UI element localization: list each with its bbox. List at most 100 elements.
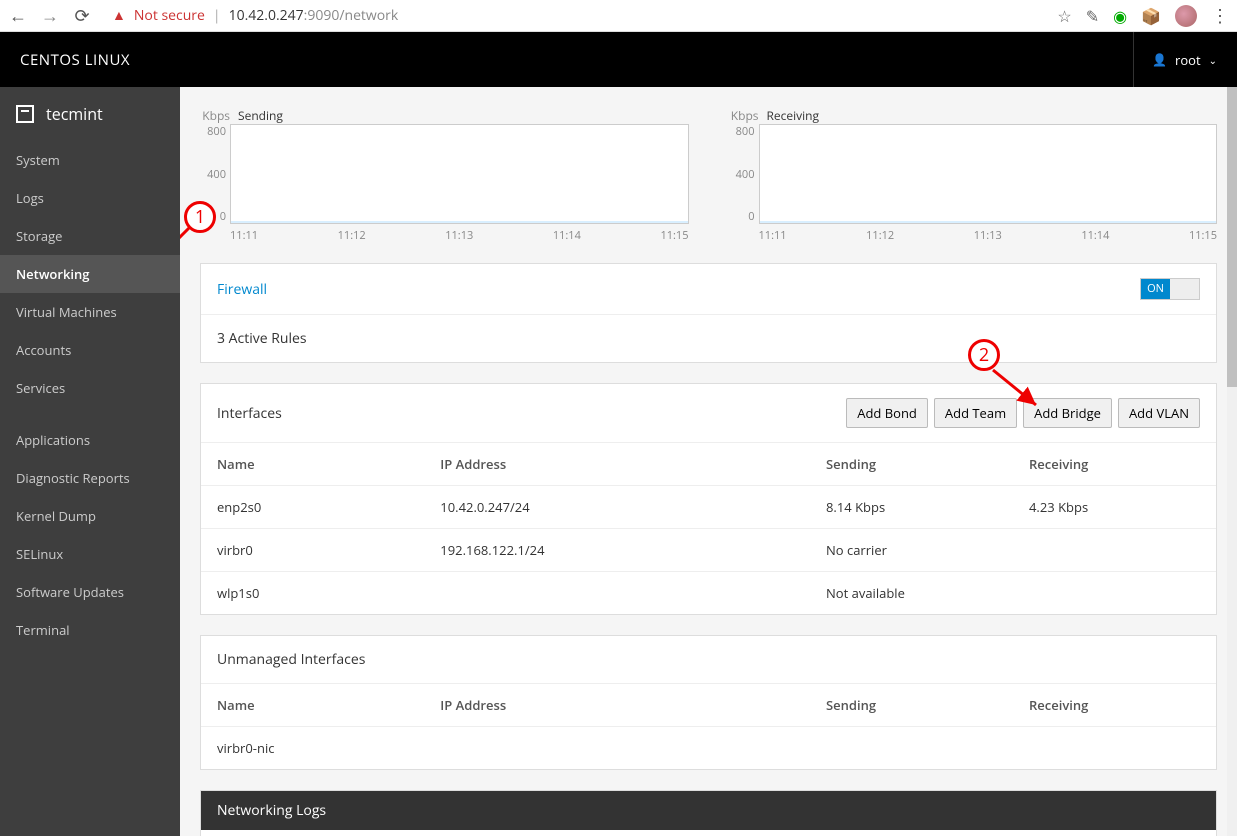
unmanaged-panel: Unmanaged Interfaces NameIP AddressSendi…: [200, 635, 1217, 770]
chart-title: Sending: [238, 107, 283, 124]
browser-toolbar: ← → ⟳ ▲ Not secure | 10.42.0.247:9090/ne…: [0, 0, 1237, 32]
sidebar-item-applications[interactable]: Applications: [0, 421, 180, 459]
charts-row: Kbps Sending 800 400 0 11:11 11:12 11:13 11:1…: [200, 107, 1217, 243]
chart-unit: Kbps: [200, 107, 230, 124]
chart-plot[interactable]: [759, 124, 1218, 224]
scrollbar[interactable]: [1227, 87, 1237, 836]
interfaces-title: Interfaces: [217, 404, 282, 423]
user-name: root: [1175, 51, 1201, 69]
reload-button[interactable]: ⟳: [72, 4, 92, 28]
cell-ip: [424, 572, 810, 615]
sidebar-item-logs[interactable]: Logs: [0, 179, 180, 217]
x-tick: 11:14: [1081, 228, 1109, 243]
column-header: IP Address: [424, 684, 810, 727]
column-header: Sending: [810, 684, 1013, 727]
column-header: Receiving: [1013, 443, 1216, 486]
host-name: tecmint: [46, 103, 103, 125]
table-row[interactable]: virbr0-nic: [201, 727, 1216, 770]
add-vlan-button[interactable]: Add VLAN: [1118, 398, 1200, 428]
sidebar-item-services[interactable]: Services: [0, 369, 180, 407]
cell-ip: [424, 727, 810, 770]
interface-buttons: Add BondAdd TeamAdd BridgeAdd VLAN: [846, 398, 1200, 428]
x-tick: 11:13: [974, 228, 1002, 243]
cell-ip: 10.42.0.247/24: [424, 486, 810, 529]
sending-chart: Kbps Sending 8004000 11:1111:1211:1311:1…: [200, 107, 689, 243]
toggle-on-label: ON: [1141, 279, 1170, 299]
y-tick: 0: [200, 209, 226, 224]
add-bond-button[interactable]: Add Bond: [846, 398, 928, 428]
cell-sending: No carrier: [810, 529, 1013, 572]
not-secure-label: Not secure: [134, 6, 205, 25]
add-team-button[interactable]: Add Team: [934, 398, 1017, 428]
logs-title: Networking Logs: [201, 791, 1216, 830]
x-tick: 11:12: [866, 228, 894, 243]
firewall-toggle[interactable]: ON: [1140, 278, 1200, 300]
add-bridge-button[interactable]: Add Bridge: [1023, 398, 1112, 428]
profile-avatar[interactable]: [1175, 5, 1197, 27]
sidebar-item-kernel-dump[interactable]: Kernel Dump: [0, 497, 180, 535]
cell-name: virbr0: [201, 529, 424, 572]
sidebar-item-networking[interactable]: Networking: [0, 255, 180, 293]
cell-ip: 192.168.122.1/24: [424, 529, 810, 572]
star-icon[interactable]: ☆: [1057, 5, 1071, 27]
cell-receiving: [1013, 529, 1216, 572]
table-row[interactable]: enp2s010.42.0.247/248.14 Kbps4.23 Kbps: [201, 486, 1216, 529]
back-button[interactable]: ←: [8, 4, 28, 28]
y-tick: 800: [200, 124, 226, 139]
column-header: Sending: [810, 443, 1013, 486]
sidebar-item-virtual-machines[interactable]: Virtual Machines: [0, 293, 180, 331]
column-header: Receiving: [1013, 684, 1216, 727]
sidebar-item-storage[interactable]: Storage: [0, 217, 180, 255]
app-header: CENTOS LINUX 👤 root ⌄: [0, 32, 1237, 87]
extension-icon[interactable]: ✎: [1086, 5, 1099, 27]
table-row[interactable]: virbr0192.168.122.1/24No carrier: [201, 529, 1216, 572]
host-selector[interactable]: tecmint: [0, 87, 180, 141]
x-tick: 11:15: [1189, 228, 1217, 243]
firewall-rules-text: 3 Active Rules: [201, 315, 1216, 362]
x-tick: 11:11: [230, 228, 258, 243]
y-tick: 400: [200, 167, 226, 182]
chevron-down-icon: ⌄: [1209, 53, 1217, 67]
logs-date: March 20, 2020: [201, 830, 1216, 836]
user-icon: 👤: [1152, 51, 1167, 68]
receiving-chart: Kbps Receiving 8004000 11:1111:1211:1311…: [729, 107, 1218, 243]
interfaces-table: NameIP AddressSendingReceiving enp2s010.…: [201, 443, 1216, 614]
browser-actions: ☆ ✎ ◉ 📦 ⋮: [1057, 4, 1229, 28]
column-header: IP Address: [424, 443, 810, 486]
x-tick: 11:13: [445, 228, 473, 243]
package-icon[interactable]: 📦: [1141, 5, 1161, 27]
cell-sending: [810, 727, 1013, 770]
x-tick: 11:15: [660, 228, 688, 243]
table-row[interactable]: wlp1s0Not available: [201, 572, 1216, 615]
column-header: Name: [201, 443, 424, 486]
scrollbar-thumb[interactable]: [1227, 87, 1237, 387]
chart-unit: Kbps: [729, 107, 759, 124]
sidebar-item-terminal[interactable]: Terminal: [0, 611, 180, 649]
sidebar-item-diagnostic-reports[interactable]: Diagnostic Reports: [0, 459, 180, 497]
sidebar-item-system[interactable]: System: [0, 141, 180, 179]
address-bar[interactable]: ▲ Not secure | 10.42.0.247:9090/network: [104, 6, 1045, 25]
firewall-link[interactable]: Firewall: [217, 280, 267, 299]
x-tick: 11:14: [553, 228, 581, 243]
sidebar: tecmint SystemLogsStorageNetworkingVirtu…: [0, 87, 180, 836]
host-icon: [16, 105, 34, 123]
unmanaged-title: Unmanaged Interfaces: [217, 650, 365, 669]
separator: |: [213, 6, 221, 25]
cell-sending: Not available: [810, 572, 1013, 615]
chart-plot[interactable]: [230, 124, 689, 224]
brand-label: CENTOS LINUX: [20, 50, 130, 70]
sidebar-item-accounts[interactable]: Accounts: [0, 331, 180, 369]
y-tick: 400: [729, 167, 755, 182]
grammarly-icon[interactable]: ◉: [1113, 5, 1127, 27]
menu-icon[interactable]: ⋮: [1211, 4, 1229, 28]
y-tick: 800: [729, 124, 755, 139]
forward-button[interactable]: →: [40, 4, 60, 28]
column-header: Name: [201, 684, 424, 727]
user-menu[interactable]: 👤 root ⌄: [1133, 32, 1217, 87]
cell-receiving: [1013, 727, 1216, 770]
interfaces-panel: Interfaces Add BondAdd TeamAdd BridgeAdd…: [200, 383, 1217, 615]
cell-receiving: 4.23 Kbps: [1013, 486, 1216, 529]
sidebar-item-software-updates[interactable]: Software Updates: [0, 573, 180, 611]
sidebar-item-selinux[interactable]: SELinux: [0, 535, 180, 573]
cell-name: virbr0-nic: [201, 727, 424, 770]
